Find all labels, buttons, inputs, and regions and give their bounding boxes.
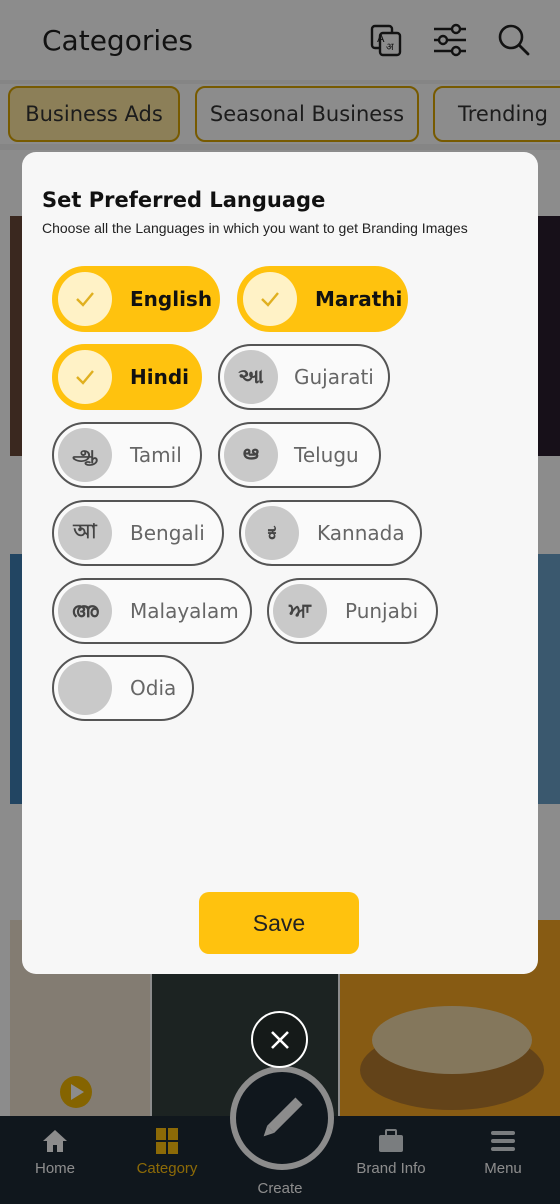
gujarati-script-icon: આ — [224, 350, 278, 404]
language-modal: Set Preferred Language Choose all the La… — [22, 152, 538, 974]
telugu-script-icon: ఆ — [224, 428, 278, 482]
close-icon — [270, 1030, 289, 1049]
bengali-script-icon: আ — [58, 506, 112, 560]
malayalam-script-icon: അ — [58, 584, 112, 638]
language-option-malayalam[interactable]: അ Malayalam — [52, 578, 252, 644]
language-option-gujarati[interactable]: આ Gujarati — [218, 344, 390, 410]
language-label: English — [130, 287, 213, 311]
language-label: Telugu — [294, 443, 359, 467]
language-label: Bengali — [130, 521, 205, 545]
save-button[interactable]: Save — [199, 892, 359, 954]
language-option-marathi[interactable]: Marathi — [237, 266, 408, 332]
language-label: Punjabi — [345, 599, 419, 623]
language-option-telugu[interactable]: ఆ Telugu — [218, 422, 381, 488]
language-label: Marathi — [315, 287, 403, 311]
language-label: Odia — [130, 676, 177, 700]
language-option-bengali[interactable]: আ Bengali — [52, 500, 224, 566]
language-label: Tamil — [130, 443, 182, 467]
language-option-punjabi[interactable]: ਆ Punjabi — [267, 578, 438, 644]
odia-script-icon — [58, 661, 112, 715]
language-option-hindi[interactable]: Hindi — [52, 344, 202, 410]
close-modal-button[interactable] — [251, 1011, 308, 1068]
language-option-english[interactable]: English — [52, 266, 220, 332]
kannada-script-icon: ಕ — [245, 506, 299, 560]
language-label: Kannada — [317, 521, 405, 545]
check-icon — [58, 350, 112, 404]
language-option-tamil[interactable]: ஆ Tamil — [52, 422, 202, 488]
modal-title: Set Preferred Language — [42, 188, 326, 212]
tamil-script-icon: ஆ — [58, 428, 112, 482]
check-icon — [58, 272, 112, 326]
punjabi-script-icon: ਆ — [273, 584, 327, 638]
modal-subtitle: Choose all the Languages in which you wa… — [42, 220, 468, 236]
language-option-kannada[interactable]: ಕ Kannada — [239, 500, 422, 566]
language-option-odia[interactable]: Odia — [52, 655, 194, 721]
language-label: Malayalam — [130, 599, 239, 623]
language-label: Gujarati — [294, 365, 374, 389]
language-label: Hindi — [130, 365, 190, 389]
check-icon — [243, 272, 297, 326]
